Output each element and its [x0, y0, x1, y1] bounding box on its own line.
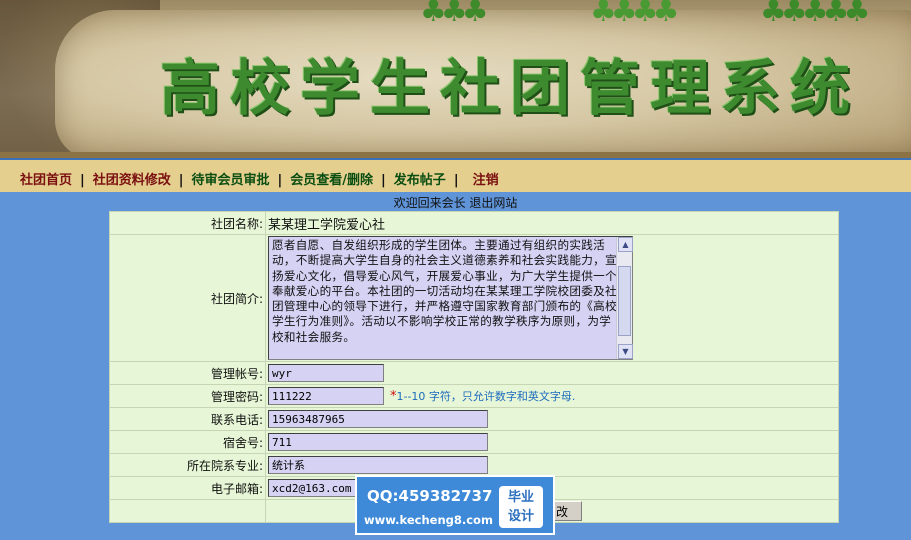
intro-scrollbar[interactable]: ▲ ▼ [616, 237, 633, 359]
ivy-leaves-icon: ♣♣♣♣♣ [760, 0, 871, 29]
major-label: 所在院系专业: [109, 453, 266, 477]
nav-publish-post[interactable]: 发布帖子 [394, 173, 446, 188]
header-banner: ♣♣♣ ♣♣♣♣ ♣♣♣♣♣ 高校学生社团管理系统 [0, 0, 911, 158]
exit-site-link[interactable]: 退出网站 [469, 196, 517, 210]
form-row-intro: 社团简介: 愿者自愿、自发组织形成的学生团体。主要通过有组织的实践活动，不断提高… [109, 234, 839, 362]
welcome-text: 欢迎回来会长 [393, 196, 466, 210]
scroll-up-icon[interactable]: ▲ [618, 237, 633, 252]
dorm-input[interactable] [268, 433, 488, 451]
club-name-value: 某某理工学院爱心社 [265, 211, 839, 235]
password-hint: *1--10 字符，只允许数字和英文字母. [390, 389, 576, 404]
phone-input[interactable] [268, 410, 488, 428]
dorm-label: 宿舍号: [109, 430, 266, 454]
nav-separator: | [381, 173, 386, 188]
form-row-club-name: 社团名称: 某某理工学院爱心社 [109, 211, 839, 235]
system-title: 高校学生社团管理系统 [160, 54, 860, 124]
intro-textarea[interactable]: 愿者自愿、自发组织形成的学生团体。主要通过有组织的实践活动，不断提高大学生自身的… [268, 236, 633, 360]
ivy-leaves-icon: ♣♣♣ [420, 0, 489, 29]
nav-logout[interactable]: 注销 [473, 173, 499, 188]
intro-text: 愿者自愿、自发组织形成的学生团体。主要通过有组织的实践活动，不断提高大学生自身的… [272, 238, 617, 344]
intro-label: 社团简介: [109, 234, 266, 362]
major-input[interactable] [268, 456, 488, 474]
watermark-overlay: QQ:459382737 www.kecheng8.com 毕业 设计 [355, 475, 555, 535]
watermark-badge: 毕业 设计 [499, 486, 543, 528]
main-nav: 社团首页 | 社团资料修改 | 待审会员审批 | 会员查看/删除 | 发布帖子 | 注销 [0, 158, 911, 192]
nav-edit-club-info[interactable]: 社团资料修改 [93, 173, 171, 188]
password-hint-text: 1--10 字符，只允许数字和英文字母. [396, 389, 576, 403]
ivy-leaves-icon: ♣♣♣♣ [590, 0, 680, 29]
email-label: 电子邮箱: [109, 476, 266, 500]
form-row-password: 管理密码: *1--10 字符，只允许数字和英文字母. [109, 384, 839, 408]
nav-view-delete-members[interactable]: 会员查看/删除 [290, 173, 373, 188]
password-input[interactable] [268, 387, 384, 405]
watermark-qq: QQ:459382737 [367, 487, 493, 505]
club-name-label: 社团名称: [109, 211, 266, 235]
scroll-down-icon[interactable]: ▼ [618, 344, 633, 359]
nav-separator: | [277, 173, 283, 188]
watermark-url: www.kecheng8.com [364, 513, 493, 527]
nav-separator: | [178, 173, 184, 188]
welcome-bar: 欢迎回来会长 退出网站 [0, 194, 911, 211]
form-row-phone: 联系电话: [109, 407, 839, 431]
nav-separator: | [80, 173, 85, 188]
scroll-thumb[interactable] [618, 266, 631, 336]
password-label: 管理密码: [109, 384, 266, 408]
nav-club-home[interactable]: 社团首页 [20, 173, 72, 188]
form-row-account: 管理帐号: [109, 361, 839, 385]
form-row-dorm: 宿舍号: [109, 430, 839, 454]
account-label: 管理帐号: [109, 361, 266, 385]
phone-label: 联系电话: [109, 407, 266, 431]
watermark-badge-line2: 设计 [507, 509, 534, 524]
watermark-badge-line1: 毕业 [507, 490, 534, 505]
nav-pending-member-approval[interactable]: 待审会员审批 [192, 173, 270, 188]
nav-separator: | [453, 173, 459, 188]
account-input[interactable] [268, 364, 384, 382]
form-row-major: 所在院系专业: [109, 453, 839, 477]
